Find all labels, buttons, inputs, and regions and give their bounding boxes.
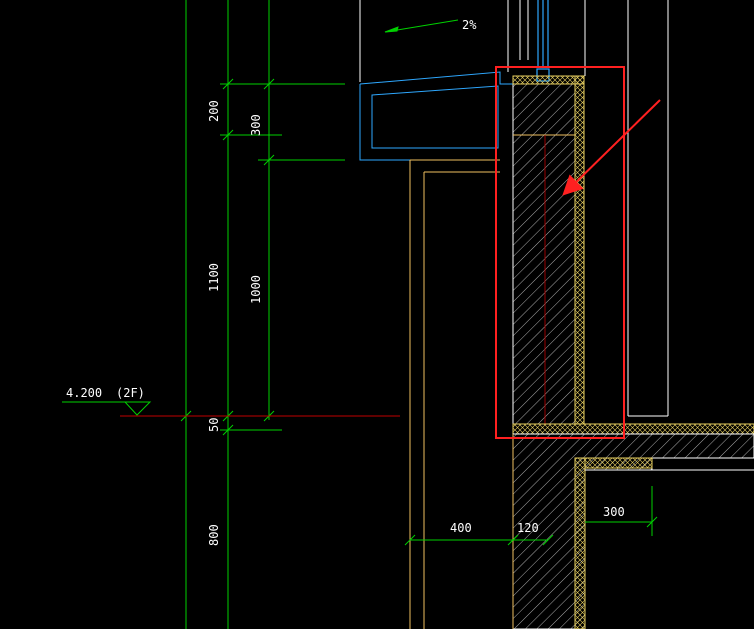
slope-label: 2% <box>462 18 477 32</box>
floor-label: (2F) <box>116 386 145 400</box>
dim-50: 50 <box>207 418 221 432</box>
dim-300-vertical: 300 <box>249 114 263 136</box>
cad-section-drawing: 4.200 (2F) 200 1100 50 800 300 1000 2% 4… <box>0 0 754 629</box>
dimension-lines-vertical <box>180 0 345 629</box>
wall-outlines <box>409 159 500 629</box>
dim-1000: 1000 <box>249 275 263 304</box>
dim-1100: 1100 <box>207 263 221 292</box>
floor-slab <box>512 423 754 629</box>
level-marker: 4.200 (2F) <box>62 386 400 417</box>
window-frame <box>536 0 550 82</box>
dim-300-horizontal: 300 <box>603 505 625 519</box>
slope-indicator: 2% <box>384 18 477 33</box>
dim-120: 120 <box>517 521 539 535</box>
parapet-wall <box>512 75 585 425</box>
level-label: 4.200 <box>66 386 102 400</box>
dim-800: 800 <box>207 524 221 546</box>
parapet-coping <box>359 71 518 161</box>
dim-400: 400 <box>450 521 472 535</box>
dim-200: 200 <box>207 100 221 122</box>
vertical-dimension-texts: 200 1100 50 800 300 1000 <box>207 100 263 546</box>
